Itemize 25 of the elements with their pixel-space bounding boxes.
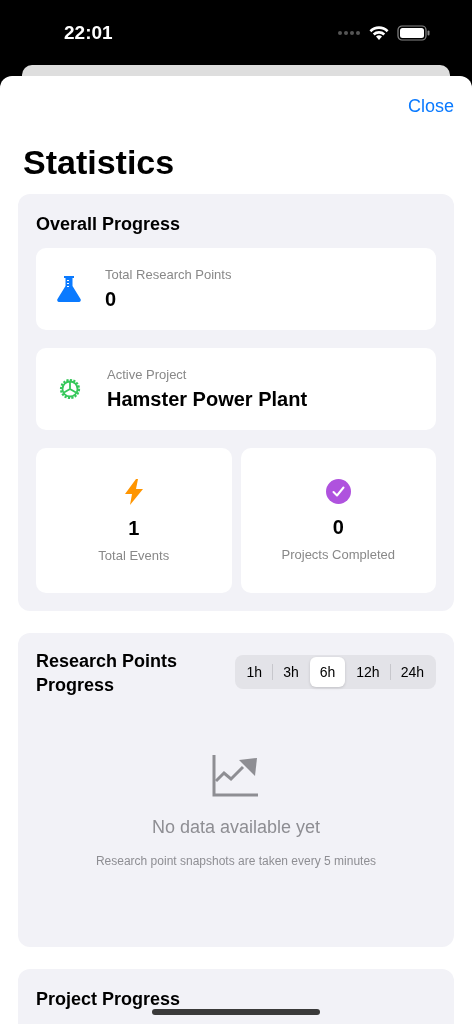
range-tab[interactable]: 6h (309, 657, 346, 687)
range-tab[interactable]: 24h (390, 657, 434, 687)
status-time: 22:01 (64, 21, 113, 44)
stat-label: Total Events (98, 547, 170, 563)
stat-label: Total Research Points (105, 267, 232, 282)
empty-state-title: No data available yet (151, 817, 321, 838)
stat-value: 0 (105, 288, 118, 311)
empty-state-note: Research point snapshots are taken every 5 minutes (95, 854, 377, 868)
section-title: Overall Progress (36, 213, 182, 236)
signal-icon (337, 29, 361, 36)
wifi-icon (369, 25, 389, 40)
stat-value: 0 (332, 516, 344, 539)
chart-icon (212, 755, 260, 797)
stat-label: Projects Completed (281, 547, 395, 562)
range-tab[interactable]: 1h (236, 657, 273, 687)
range-tab[interactable]: 12h (346, 657, 390, 687)
page-title: Statistics (23, 142, 176, 183)
stat-value: Hamster Power Plant (107, 388, 308, 411)
stat-value: 1 (128, 516, 140, 540)
section-title: Research Points Progress (36, 650, 179, 697)
battery-icon (397, 24, 430, 41)
section-title: Project Progress (36, 988, 182, 1011)
close-button[interactable]: Close (407, 96, 454, 117)
stat-label: Active Project (107, 367, 188, 382)
range-tab[interactable]: 3h (273, 657, 309, 687)
